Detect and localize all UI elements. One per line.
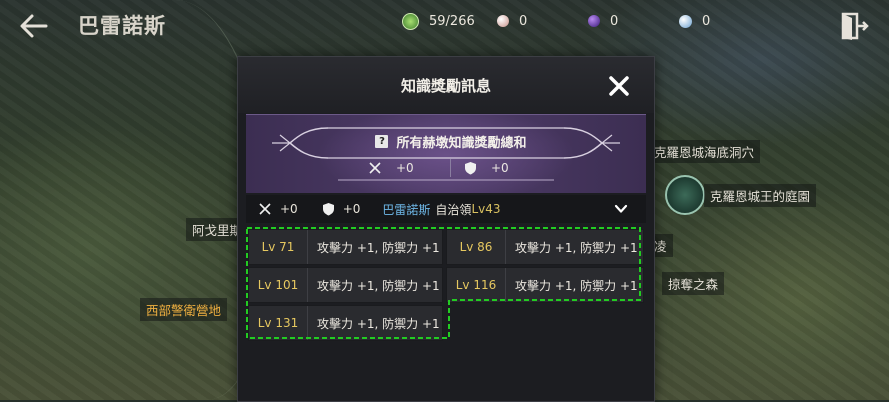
total-defense-stat: +0 [464, 161, 509, 175]
territory-defense-value: +0 [342, 202, 361, 216]
territory-dropdown[interactable]: +0 +0 巴雷諾斯 自治領 Lv43 [246, 195, 646, 223]
currency-blue: 0 [679, 11, 710, 31]
territory-attack-value: +0 [280, 202, 298, 216]
dialog-header: 知識獎勵訊息 [238, 57, 654, 113]
chevron-down-icon[interactable] [614, 202, 628, 216]
map-label-cave[interactable]: 克羅恩城海底洞穴 [648, 140, 761, 163]
close-icon[interactable] [608, 75, 630, 97]
crossed-swords-icon [259, 203, 271, 215]
territory-defense-stat: +0 [322, 202, 361, 216]
total-bonus-banner: ? 所有赫墩知識獎勵總和 +0 +0 [246, 114, 646, 193]
currency-pearl: 0 [497, 11, 527, 31]
stat-divider [450, 159, 451, 177]
top-bar: 巴雷諾斯 59/266 0 0 0 [0, 0, 889, 52]
total-attack-stat: +0 [368, 161, 414, 175]
total-attack-value: +0 [396, 161, 414, 175]
territory-name: 巴雷諾斯 [382, 202, 431, 217]
total-bonus-label: 所有赫墩知識獎勵總和 [396, 136, 527, 151]
ornament-frame [272, 127, 620, 181]
pearl-orb-icon [497, 15, 509, 27]
territory-level: Lv43 [471, 202, 501, 216]
shield-icon [465, 162, 476, 175]
total-bonus-title: ? 所有赫墩知識獎勵總和 [346, 132, 556, 151]
highlight-outline [246, 227, 641, 339]
currency-purple: 0 [588, 11, 618, 31]
currency-value: 0 [702, 13, 711, 29]
shield-icon [322, 203, 334, 216]
currency-value: 0 [519, 13, 528, 29]
currency-territory: 59/266 [402, 11, 475, 31]
map-label-plunder-forest[interactable]: 掠奪之森 [662, 272, 725, 295]
back-arrow-icon[interactable] [16, 8, 52, 44]
help-icon[interactable]: ? [375, 135, 389, 148]
region-title: 巴雷諾斯 [78, 14, 166, 38]
total-defense-value: +0 [491, 161, 509, 175]
currency-value: 59/266 [429, 13, 475, 29]
exit-door-icon[interactable] [838, 10, 870, 42]
map-node-garden-icon[interactable] [665, 175, 705, 215]
blue-orb-icon [679, 14, 692, 28]
territory-token-icon [402, 12, 419, 30]
dialog-title: 知識獎勵訊息 [400, 77, 491, 95]
purple-orb-icon [588, 15, 600, 27]
map-label-garden[interactable]: 克羅恩城王的庭園 [704, 184, 817, 207]
currency-value: 0 [610, 13, 619, 29]
territory-attack-stat: +0 [258, 202, 298, 216]
territory-type: 自治領 [435, 202, 472, 217]
crossed-swords-icon [369, 162, 381, 174]
map-label-west-guard-camp[interactable]: 西部警衛營地 [140, 298, 228, 321]
